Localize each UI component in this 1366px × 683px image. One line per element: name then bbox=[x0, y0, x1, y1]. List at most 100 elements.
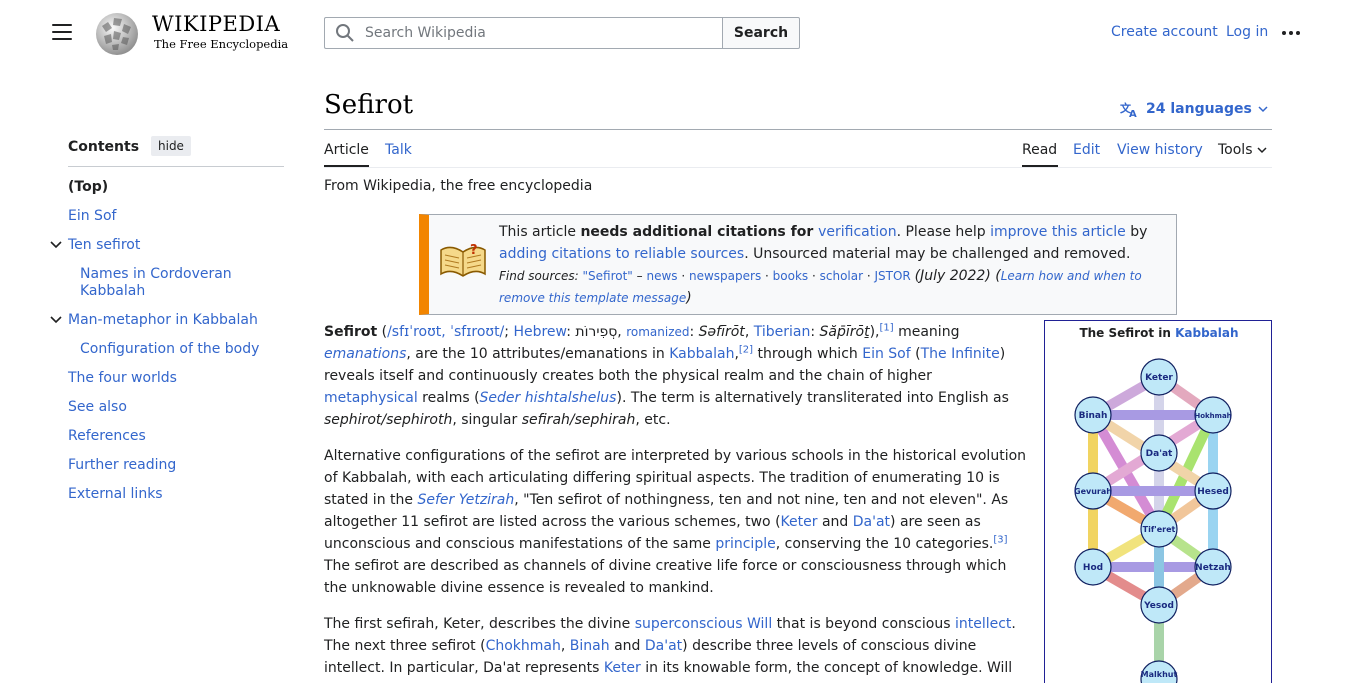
toc-item-ten-sefirot[interactable]: Ten sefirot bbox=[68, 237, 140, 254]
text: through which bbox=[753, 346, 863, 362]
toc-item-four-worlds[interactable]: The four worlds bbox=[68, 370, 177, 387]
wikipedia-globe-logo[interactable] bbox=[92, 10, 142, 56]
text: meaning bbox=[893, 324, 960, 340]
tiberian-link[interactable]: Tiberian bbox=[754, 324, 811, 340]
emanations-link[interactable]: emanations bbox=[324, 346, 406, 362]
principle-link[interactable]: principle bbox=[715, 536, 775, 552]
chevron-down-icon[interactable] bbox=[50, 239, 62, 251]
book-icon: ? bbox=[440, 243, 486, 277]
superconscious-will-link[interactable]: superconscious Will bbox=[635, 616, 773, 632]
toc-item-configuration-body[interactable]: Configuration of the body bbox=[80, 341, 259, 358]
login-link[interactable]: Log in bbox=[1226, 24, 1268, 40]
divider bbox=[324, 129, 1272, 130]
node-binah: Binah bbox=[1079, 411, 1108, 421]
more-options-icon[interactable] bbox=[1282, 23, 1302, 43]
toc-hide-button[interactable]: hide bbox=[151, 136, 191, 156]
daat-link[interactable]: Da'at bbox=[645, 638, 682, 654]
sefer-yetzirah-link[interactable]: Sefer Yetzirah bbox=[417, 492, 514, 508]
search-field[interactable] bbox=[324, 17, 723, 49]
text: ). The term is alternatively translitera… bbox=[616, 390, 1009, 406]
divider bbox=[324, 167, 1272, 168]
text: , bbox=[744, 324, 754, 340]
romanized-link[interactable]: romanized bbox=[626, 325, 689, 339]
node-hokhmah: Hokhmah bbox=[1194, 412, 1231, 420]
verification-link[interactable]: verification bbox=[818, 224, 896, 240]
toc-item-man-metaphor[interactable]: Man-metaphor in Kabbalah bbox=[68, 312, 258, 329]
ipa-link[interactable]: /sfɪˈroʊt, ˈsfɪroʊt/ bbox=[387, 324, 504, 340]
hebrew-link[interactable]: Hebrew bbox=[513, 324, 566, 340]
sources-jstor-link[interactable]: JSTOR bbox=[875, 269, 911, 283]
infobox-title-text: The Sefirot in bbox=[1079, 326, 1176, 340]
text: and bbox=[817, 514, 853, 530]
toc-item-names-cordoveran[interactable]: Names in Cordoveran Kabbalah bbox=[80, 266, 270, 300]
separator: – bbox=[632, 269, 647, 283]
sources-news-link[interactable]: news bbox=[646, 269, 677, 283]
sources-books-link[interactable]: books bbox=[773, 269, 809, 283]
text: : סְפִירוֹת, bbox=[566, 324, 627, 340]
text: , bbox=[560, 638, 570, 654]
tab-edit[interactable]: Edit bbox=[1073, 142, 1100, 158]
node-netzah: Netzah bbox=[1195, 563, 1231, 573]
toc-item-references[interactable]: References bbox=[68, 428, 146, 445]
search-input[interactable] bbox=[365, 25, 695, 41]
keter-link[interactable]: Keter bbox=[781, 514, 818, 530]
translate-icon: 文A bbox=[1120, 101, 1137, 118]
sources-scholar-link[interactable]: scholar bbox=[820, 269, 863, 283]
citation-link[interactable]: [2] bbox=[739, 344, 753, 355]
improve-article-link[interactable]: improve this article bbox=[990, 224, 1126, 240]
binah-link[interactable]: Binah bbox=[570, 638, 610, 654]
text: , etc. bbox=[635, 412, 671, 428]
search-button[interactable]: Search bbox=[722, 17, 800, 49]
node-gevurah: Gevurah bbox=[1074, 487, 1112, 496]
ein-sof-link[interactable]: Ein Sof bbox=[862, 346, 910, 362]
chokhmah-link[interactable]: Chokhmah bbox=[486, 638, 561, 654]
kabbalah-link[interactable]: Kabbalah bbox=[669, 346, 734, 362]
node-hod: Hod bbox=[1083, 563, 1103, 573]
languages-label: 24 languages bbox=[1146, 101, 1252, 117]
adding-citations-link[interactable]: adding citations to reliable sources bbox=[499, 246, 744, 262]
kabbalah-link[interactable]: Kabbalah bbox=[1175, 326, 1238, 340]
text: , singular bbox=[452, 412, 522, 428]
sources-newspapers-link[interactable]: newspapers bbox=[689, 269, 761, 283]
text: ( bbox=[910, 346, 921, 362]
chevron-down-icon bbox=[1256, 147, 1267, 154]
toc-item-external-links[interactable]: External links bbox=[68, 486, 163, 503]
wordmark[interactable]: WIKIPEDIA bbox=[152, 12, 280, 36]
intellect-link[interactable]: intellect bbox=[955, 616, 1011, 632]
languages-button[interactable]: 文A 24 languages bbox=[1120, 100, 1268, 118]
svg-text:A: A bbox=[1129, 109, 1137, 118]
tree-of-life-diagram[interactable]: Keter Binah Hokhmah Da'at Gevurah Hesed … bbox=[1045, 349, 1272, 683]
text: ), bbox=[869, 324, 880, 340]
sources-query-link[interactable]: "Sefirot" bbox=[583, 269, 633, 283]
chevron-down-icon[interactable] bbox=[50, 314, 62, 326]
infobox-title: The Sefirot in Kabbalah bbox=[1045, 326, 1271, 340]
term-bold: Sefirot bbox=[324, 324, 378, 340]
notice-text-part: by bbox=[1125, 224, 1148, 240]
tagline: The Free Encyclopedia bbox=[154, 37, 289, 51]
article-body: Sefirot (/sfɪˈroʊt, ˈsfɪroʊt/; Hebrew: ס… bbox=[324, 321, 1028, 683]
transliteration: Săp̄īrōṯ bbox=[819, 324, 870, 340]
seder-link[interactable]: Seder hishtalshelus bbox=[480, 390, 617, 406]
tools-menu[interactable]: Tools bbox=[1218, 142, 1267, 158]
paragraph-intro: Sefirot (/sfɪˈroʊt, ˈsfɪroʊt/; Hebrew: ס… bbox=[324, 321, 1028, 431]
tab-talk[interactable]: Talk bbox=[385, 142, 412, 158]
tools-label: Tools bbox=[1218, 142, 1253, 158]
daat-link[interactable]: Da'at bbox=[853, 514, 890, 530]
infinite-link[interactable]: The Infinite bbox=[921, 346, 1000, 362]
citation-link[interactable]: [3] bbox=[993, 534, 1007, 545]
toc-item-further-reading[interactable]: Further reading bbox=[68, 457, 176, 474]
create-account-link[interactable]: Create account bbox=[1111, 24, 1218, 40]
toc-item-top[interactable]: (Top) bbox=[68, 179, 108, 196]
tab-view-history[interactable]: View history bbox=[1117, 142, 1203, 158]
main-menu-button[interactable] bbox=[52, 24, 72, 42]
alt-spelling: sefirah/sephirah bbox=[521, 412, 636, 428]
keter-link[interactable]: Keter bbox=[604, 660, 641, 676]
metaphysical-link[interactable]: metaphysical bbox=[324, 390, 418, 406]
alt-spelling: sephirot/sephiroth bbox=[324, 412, 453, 428]
tab-read[interactable]: Read bbox=[1022, 142, 1057, 158]
toc-title: Contents bbox=[68, 139, 140, 155]
tab-article[interactable]: Article bbox=[324, 142, 369, 158]
toc-item-ein-sof[interactable]: Ein Sof bbox=[68, 208, 116, 225]
citation-link[interactable]: [1] bbox=[879, 322, 893, 333]
toc-item-see-also[interactable]: See also bbox=[68, 399, 127, 416]
